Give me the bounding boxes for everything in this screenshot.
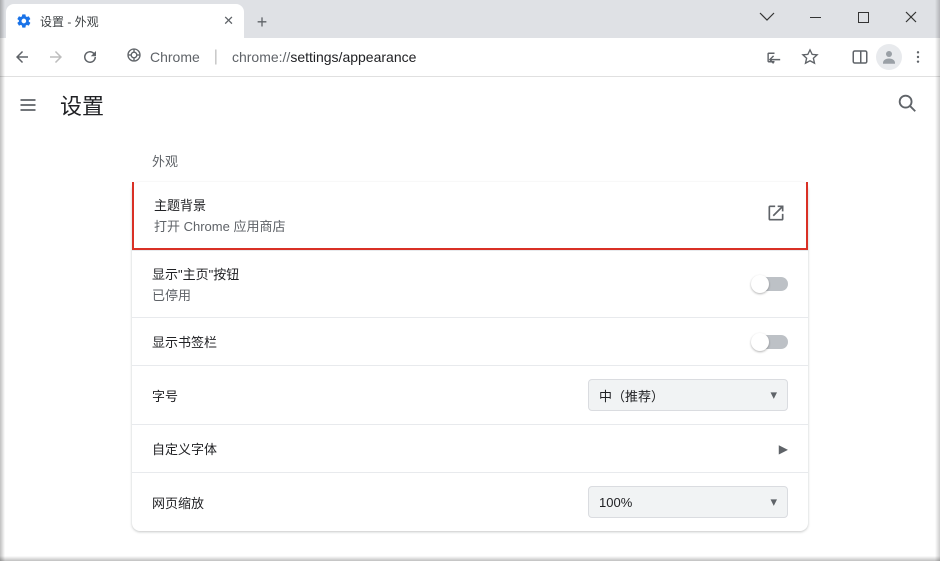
theme-label: 主题背景 <box>154 195 285 214</box>
url-prefix: chrome:// <box>232 49 290 65</box>
page-zoom-row: 网页缩放 100% ▾ <box>132 472 808 531</box>
close-window-button[interactable] <box>896 11 926 23</box>
custom-font-row[interactable]: 自定义字体 ▶ <box>132 424 808 472</box>
page-header: 设置 <box>0 77 940 133</box>
font-size-label: 字号 <box>152 386 178 405</box>
page-zoom-dropdown[interactable]: 100% ▾ <box>588 486 788 518</box>
browser-tab[interactable]: 设置 - 外观 ✕ <box>6 4 244 38</box>
home-button-row: 显示"主页"按钮 已停用 <box>132 250 808 317</box>
section-title: 外观 <box>132 151 808 170</box>
menu-dots-icon[interactable] <box>904 43 932 71</box>
bookmark-star-icon[interactable] <box>796 43 824 71</box>
home-button-label: 显示"主页"按钮 <box>152 264 239 283</box>
url-host: Chrome <box>150 49 200 65</box>
tab-search-icon[interactable] <box>752 12 782 22</box>
site-info-icon[interactable] <box>126 47 142 68</box>
page-title: 设置 <box>60 89 104 121</box>
chevron-down-icon: ▾ <box>770 387 777 403</box>
font-size-row: 字号 中（推荐） ▾ <box>132 365 808 424</box>
theme-row[interactable]: 主题背景 打开 Chrome 应用商店 <box>132 182 808 250</box>
back-button[interactable] <box>8 43 36 71</box>
forward-button[interactable] <box>42 43 70 71</box>
chevron-down-icon: ▾ <box>770 494 777 510</box>
home-button-sub: 已停用 <box>152 285 239 304</box>
share-icon[interactable] <box>760 43 788 71</box>
tab-strip: 设置 - 外观 ✕ + <box>0 0 940 38</box>
window-controls <box>752 0 940 34</box>
url-separator: | <box>214 48 218 66</box>
reload-button[interactable] <box>76 43 104 71</box>
browser-toolbar: Chrome | chrome:// settings/appearance <box>0 38 940 77</box>
new-tab-button[interactable]: + <box>248 8 276 36</box>
bookmark-bar-label: 显示书签栏 <box>152 332 217 351</box>
font-size-value: 中（推荐） <box>599 386 664 405</box>
bookmark-bar-toggle[interactable] <box>752 335 788 349</box>
minimize-button[interactable] <box>800 12 830 23</box>
appearance-card: 主题背景 打开 Chrome 应用商店 显示"主页"按钮 已停用 显示书签栏 <box>132 182 808 531</box>
gear-icon <box>16 13 32 29</box>
page-zoom-label: 网页缩放 <box>152 493 204 512</box>
content-area: 外观 主题背景 打开 Chrome 应用商店 显示"主页"按钮 已停用 <box>0 133 940 531</box>
address-bar[interactable]: Chrome | chrome:// settings/appearance <box>116 42 834 72</box>
search-icon[interactable] <box>896 92 918 119</box>
side-panel-icon[interactable] <box>846 43 874 71</box>
theme-sub: 打开 Chrome 应用商店 <box>154 216 285 235</box>
profile-avatar-icon[interactable] <box>876 44 902 70</box>
maximize-button[interactable] <box>848 12 878 23</box>
font-size-dropdown[interactable]: 中（推荐） ▾ <box>588 379 788 411</box>
custom-font-label: 自定义字体 <box>152 439 217 458</box>
page-zoom-value: 100% <box>599 495 632 510</box>
hamburger-menu-icon[interactable] <box>16 93 40 117</box>
chevron-right-icon: ▶ <box>779 442 788 456</box>
home-button-toggle[interactable] <box>752 277 788 291</box>
tab-title: 设置 - 外观 <box>40 13 215 30</box>
url-path: settings/appearance <box>290 49 416 65</box>
bookmark-bar-row: 显示书签栏 <box>132 317 808 365</box>
open-external-icon <box>766 203 786 228</box>
close-icon[interactable]: ✕ <box>223 13 234 29</box>
